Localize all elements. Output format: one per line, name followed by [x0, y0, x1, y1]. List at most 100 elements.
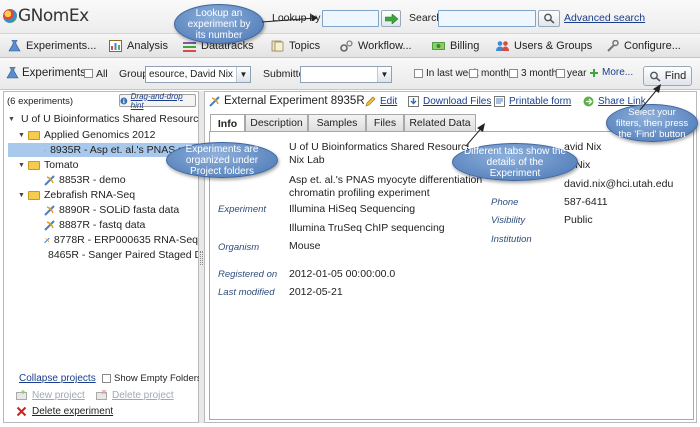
find-button[interactable]: Find: [643, 66, 692, 86]
app-logo-text: GNomEx: [18, 6, 89, 26]
tree-experiment-8887r[interactable]: 8887R - fastq data: [44, 218, 198, 232]
chevron-down-icon: ▼: [236, 67, 250, 82]
find-button-label: Find: [664, 70, 687, 82]
tab-samples[interactable]: Samples: [308, 114, 366, 131]
menu-users-groups-label: Users & Groups: [514, 40, 593, 52]
filter-bar: Experiments All Group esource, David Nix…: [0, 58, 700, 90]
experiment-label: 8465R - Sanger Paired Staged D: [48, 249, 198, 261]
chart-icon: [109, 40, 122, 52]
organism-value: Mouse: [289, 240, 321, 252]
callout-tabs: Different tabs show the details of the E…: [452, 143, 578, 181]
tree-experiment-8465r[interactable]: 8465R - Sanger Paired Staged D: [44, 248, 198, 262]
detail-title: External Experiment 8935R: [209, 95, 365, 107]
in-last-week-checkbox[interactable]: [414, 69, 423, 78]
experiment-detail-panel: External Experiment 8935R Edit Download …: [204, 91, 697, 423]
main-menu-bar: Experiments... Analysis Datatracks Topic…: [0, 34, 700, 58]
tab-description[interactable]: Description: [245, 114, 308, 131]
tab-files-label: Files: [373, 117, 397, 129]
group-label: Group: [119, 68, 149, 80]
folder-label: Tomato: [44, 159, 79, 171]
experiment-label: 8778R - ERP000635 RNA-Seq: [53, 234, 198, 246]
tab-related-data-label: Related Data: [409, 117, 471, 129]
menu-billing-label: Billing: [450, 40, 480, 52]
plus-icon: [590, 68, 598, 77]
menu-users-groups[interactable]: Users & Groups: [496, 38, 592, 54]
advanced-search-link[interactable]: Advanced search: [564, 12, 645, 24]
month-label: month: [481, 68, 509, 79]
flask-icon: [8, 40, 21, 52]
drag-drop-hint-button[interactable]: Drag-and-drop hint: [119, 91, 196, 110]
experiment-dna-icon: [44, 204, 55, 216]
configure-icon: [607, 40, 619, 52]
tree-root-lab[interactable]: ▼ U of U Bioinformatics Shared Resource: [8, 112, 198, 126]
lookup-go-button[interactable]: [381, 10, 401, 27]
tree-folder-applied-genomics[interactable]: ▼ Applied Genomics 2012: [18, 128, 198, 142]
pencil-icon: [365, 96, 376, 107]
menu-experiments[interactable]: Experiments...: [8, 38, 96, 54]
menu-workflow[interactable]: Workflow...: [340, 38, 412, 54]
delete-icon: [16, 406, 27, 417]
tab-samples-label: Samples: [316, 117, 358, 129]
show-empty-folders-checkbox[interactable]: [102, 374, 111, 383]
tree-folder-zebrafish[interactable]: ▼ Zebrafish RNA-Seq: [18, 188, 198, 202]
search-button[interactable]: [538, 10, 560, 27]
collapse-projects-link[interactable]: Collapse projects: [19, 373, 96, 384]
experiment-count: (6 experiments): [7, 96, 73, 107]
institution-label: Institution: [491, 234, 532, 245]
delete-experiment-button[interactable]: Delete experiment: [16, 406, 113, 417]
menu-topics[interactable]: Topics: [271, 38, 320, 54]
experiment-label: 8890R - SOLiD fasta data: [59, 204, 180, 216]
all-checkbox[interactable]: [84, 69, 93, 78]
tab-related-data[interactable]: Related Data: [404, 114, 476, 131]
visibility-label: Visibility: [491, 215, 526, 226]
experiment-subtype-value: Illumina TruSeq ChIP sequencing: [289, 222, 445, 234]
download-files-label: Download Files: [423, 96, 492, 107]
tab-info[interactable]: Info: [210, 114, 245, 132]
lookup-label: Lookup by #: [272, 12, 330, 24]
callout-filters: Select your filters, then press the 'Fin…: [606, 104, 698, 142]
tree-root-label: U of U Bioinformatics Shared Resource: [20, 113, 198, 125]
tree-experiment-8890r[interactable]: 8890R - SOLiD fasta data: [44, 203, 198, 217]
lab-name-value-line2: Nix Lab: [289, 154, 325, 166]
folder-icon: [28, 190, 40, 200]
chevron-down-icon: ▼: [377, 67, 391, 82]
new-project-button[interactable]: New project: [16, 390, 85, 401]
tree-experiment-8778r[interactable]: 8778R - ERP000635 RNA-Seq: [44, 233, 198, 247]
app-logo[interactable]: GNomEx: [3, 6, 89, 26]
splitter-grip-icon: [200, 251, 203, 265]
delete-project-button[interactable]: Delete project: [96, 390, 174, 401]
search-icon: [544, 13, 555, 24]
folder-icon: [28, 130, 40, 140]
phone-label: Phone: [491, 197, 519, 208]
experiment-label: 8853R - demo: [59, 174, 126, 186]
menu-workflow-label: Workflow...: [358, 40, 412, 52]
download-files-button[interactable]: Download Files: [408, 96, 491, 107]
year-checkbox[interactable]: [556, 69, 565, 78]
users-icon: [496, 41, 509, 51]
edit-button[interactable]: Edit: [365, 96, 397, 107]
group-select[interactable]: esource, David Nix Lab ▼: [145, 66, 251, 83]
registered-on-label: Registered on: [218, 269, 278, 280]
menu-billing[interactable]: Billing: [432, 38, 479, 54]
experiment-field-label: Experiment: [218, 204, 267, 215]
go-arrow-icon: [384, 13, 398, 24]
tab-info-label: Info: [217, 117, 238, 130]
experiment-name-value-line2: chromatin profiling experiment: [289, 187, 430, 199]
lookup-input[interactable]: [322, 10, 379, 27]
menu-analysis[interactable]: Analysis: [109, 38, 168, 54]
submitter-select[interactable]: ▼: [300, 66, 392, 83]
email-value: david.nix@hci.utah.edu: [564, 178, 674, 190]
month-checkbox[interactable]: [469, 69, 478, 78]
delete-project-label: Delete project: [112, 390, 174, 401]
callout-projects: Experiments are organized under Project …: [166, 142, 278, 178]
menu-configure[interactable]: Configure...: [606, 38, 681, 54]
more-filters-link[interactable]: More...: [590, 67, 633, 78]
three-months-checkbox[interactable]: [509, 69, 518, 78]
folder-label: Zebrafish RNA-Seq: [44, 189, 136, 201]
tab-files[interactable]: Files: [366, 114, 404, 131]
drag-drop-hint-label: Drag-and-drop hint: [130, 91, 183, 110]
search-input[interactable]: [438, 10, 536, 27]
printable-form-button[interactable]: Printable form: [494, 96, 571, 107]
all-label: All: [96, 68, 108, 80]
new-folder-icon: [16, 390, 27, 400]
